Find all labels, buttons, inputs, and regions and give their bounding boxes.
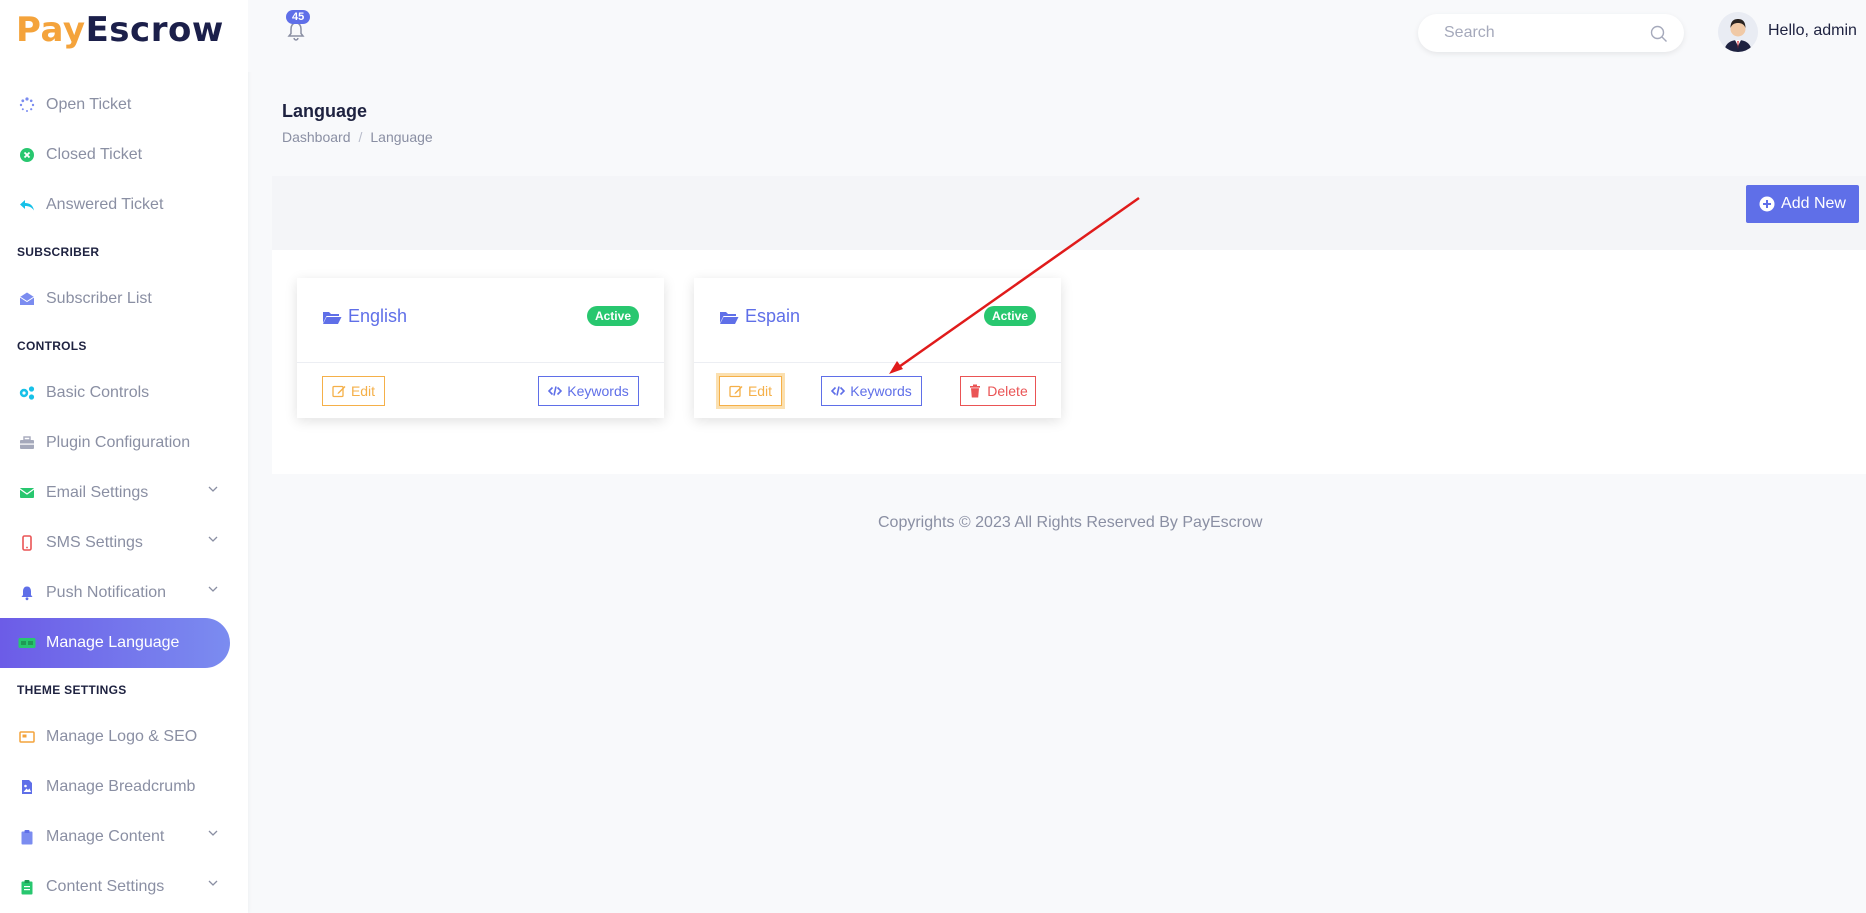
sidebar-item-label: Manage Content bbox=[46, 828, 165, 845]
language-name[interactable]: English bbox=[322, 306, 407, 327]
sidebar-item-label: Manage Logo & SEO bbox=[46, 728, 198, 745]
page-title: Language bbox=[282, 101, 368, 121]
sidebar-item-label: Plugin Configuration bbox=[46, 434, 191, 451]
sidebar: PayEscrow Open Ticket Closed Ticket Answ… bbox=[0, 0, 248, 913]
plus-circle-icon bbox=[1759, 196, 1775, 212]
sidebar-item-label: Closed Ticket bbox=[46, 146, 143, 163]
code-icon bbox=[831, 386, 846, 396]
edit-button[interactable]: Edit bbox=[322, 376, 385, 406]
sidebar-item-sms-settings[interactable]: SMS Settings bbox=[0, 518, 248, 568]
language-card-english: English Active Edit Keywords bbox=[297, 278, 664, 418]
breadcrumb-separator: / bbox=[358, 129, 363, 145]
chevron-down-icon[interactable] bbox=[208, 584, 218, 594]
reply-icon bbox=[18, 196, 36, 214]
clipboard-icon bbox=[18, 828, 36, 846]
section-title-subscriber: SUBSCRIBER bbox=[17, 245, 100, 259]
logo[interactable]: PayEscrow bbox=[16, 10, 224, 50]
sidebar-item-push-notification[interactable]: Push Notification bbox=[0, 568, 248, 618]
sidebar-item-label: Email Settings bbox=[46, 484, 149, 501]
sidebar-item-basic-controls[interactable]: Basic Controls bbox=[0, 368, 248, 418]
chevron-down-icon[interactable] bbox=[208, 878, 218, 888]
topbar: 45 Hello, admin bbox=[248, 0, 1866, 72]
language-name-label: English bbox=[348, 306, 408, 326]
chevron-down-icon[interactable] bbox=[208, 484, 218, 494]
toolbox-icon bbox=[18, 434, 36, 452]
spinner-icon bbox=[18, 96, 36, 114]
chevron-down-icon[interactable] bbox=[208, 828, 218, 838]
code-icon bbox=[548, 386, 563, 396]
sidebar-item-label: Manage Breadcrumb bbox=[46, 778, 196, 795]
sidebar-nav: Open Ticket Closed Ticket Answered Ticke… bbox=[0, 80, 248, 912]
sidebar-item-subscriber-list[interactable]: Subscriber List bbox=[0, 274, 248, 324]
breadcrumb-current: Language bbox=[370, 129, 433, 145]
envelope-open-icon bbox=[18, 290, 36, 308]
add-new-button[interactable]: Add New bbox=[1746, 185, 1859, 223]
language-card-container: Add New English Active Edit Keywords Esp… bbox=[272, 176, 1866, 474]
card-header: Add New bbox=[272, 176, 1866, 250]
sidebar-item-answered-ticket[interactable]: Answered Ticket bbox=[0, 180, 248, 230]
edit-label: Edit bbox=[747, 383, 773, 399]
sidebar-item-label: Subscriber List bbox=[46, 290, 152, 307]
search-icon[interactable] bbox=[1650, 25, 1668, 43]
chevron-down-icon[interactable] bbox=[208, 534, 218, 544]
keywords-button[interactable]: Keywords bbox=[821, 376, 922, 406]
notification-count-badge: 45 bbox=[286, 10, 311, 24]
search-box bbox=[1418, 14, 1684, 52]
delete-button[interactable]: Delete bbox=[960, 376, 1036, 406]
keywords-label: Keywords bbox=[850, 383, 912, 399]
breadcrumb-dashboard-link[interactable]: Dashboard bbox=[282, 129, 351, 145]
language-name-label: Espain bbox=[745, 306, 801, 326]
cogs-icon bbox=[18, 384, 36, 402]
search-input[interactable] bbox=[1444, 24, 1644, 42]
edit-icon bbox=[332, 385, 346, 398]
sidebar-item-email-settings[interactable]: Email Settings bbox=[0, 468, 248, 518]
sidebar-item-label: Push Notification bbox=[46, 584, 167, 601]
edit-icon bbox=[729, 385, 743, 398]
folder-open-icon bbox=[720, 311, 739, 324]
footer-copyright: Copyrights © 2023 All Rights Reserved By… bbox=[878, 514, 1263, 531]
envelope-icon bbox=[18, 484, 36, 502]
divider bbox=[694, 362, 1061, 363]
sidebar-item-label: Manage Language bbox=[46, 634, 180, 651]
sidebar-item-label: SMS Settings bbox=[46, 534, 143, 551]
image-icon bbox=[18, 728, 36, 746]
mobile-icon bbox=[18, 534, 36, 552]
folder-open-icon bbox=[323, 311, 342, 324]
clipboard-list-icon bbox=[18, 878, 36, 896]
sidebar-item-label: Answered Ticket bbox=[46, 196, 164, 213]
sidebar-item-label: Basic Controls bbox=[46, 384, 150, 401]
delete-label: Delete bbox=[987, 383, 1028, 399]
section-title-theme-settings: THEME SETTINGS bbox=[17, 683, 127, 697]
sidebar-item-plugin-configuration[interactable]: Plugin Configuration bbox=[0, 418, 248, 468]
sidebar-item-manage-language[interactable]: Manage Language bbox=[0, 618, 230, 668]
file-image-icon bbox=[18, 778, 36, 796]
sidebar-item-label: Open Ticket bbox=[46, 96, 132, 113]
language-icon bbox=[18, 634, 36, 652]
edit-button[interactable]: Edit bbox=[719, 376, 782, 406]
bell-icon bbox=[18, 584, 36, 602]
keywords-button[interactable]: Keywords bbox=[538, 376, 639, 406]
add-new-label: Add New bbox=[1781, 195, 1846, 212]
sidebar-item-manage-content[interactable]: Manage Content bbox=[0, 812, 248, 862]
keywords-label: Keywords bbox=[567, 383, 629, 399]
language-name[interactable]: Espain bbox=[719, 306, 800, 327]
sidebar-item-label: Content Settings bbox=[46, 878, 165, 895]
sidebar-item-manage-breadcrumb[interactable]: Manage Breadcrumb bbox=[0, 762, 248, 812]
language-card-espain: Espain Active Edit Keywords Delete bbox=[694, 278, 1061, 418]
trash-icon bbox=[970, 384, 981, 398]
user-greeting[interactable]: Hello, admin bbox=[1768, 22, 1857, 40]
sidebar-item-content-settings[interactable]: Content Settings bbox=[0, 862, 248, 912]
divider bbox=[297, 362, 664, 363]
breadcrumb: Dashboard / Language bbox=[282, 129, 433, 145]
avatar[interactable] bbox=[1718, 12, 1758, 52]
x-circle-icon bbox=[18, 146, 36, 164]
sidebar-item-manage-logo-seo[interactable]: Manage Logo & SEO bbox=[0, 712, 248, 762]
edit-label: Edit bbox=[350, 383, 376, 399]
status-badge: Active bbox=[586, 306, 639, 326]
status-badge: Active bbox=[983, 306, 1036, 326]
section-title-controls: CONTROLS bbox=[17, 339, 87, 353]
sidebar-item-open-ticket[interactable]: Open Ticket bbox=[0, 80, 248, 130]
sidebar-item-closed-ticket[interactable]: Closed Ticket bbox=[0, 130, 248, 180]
